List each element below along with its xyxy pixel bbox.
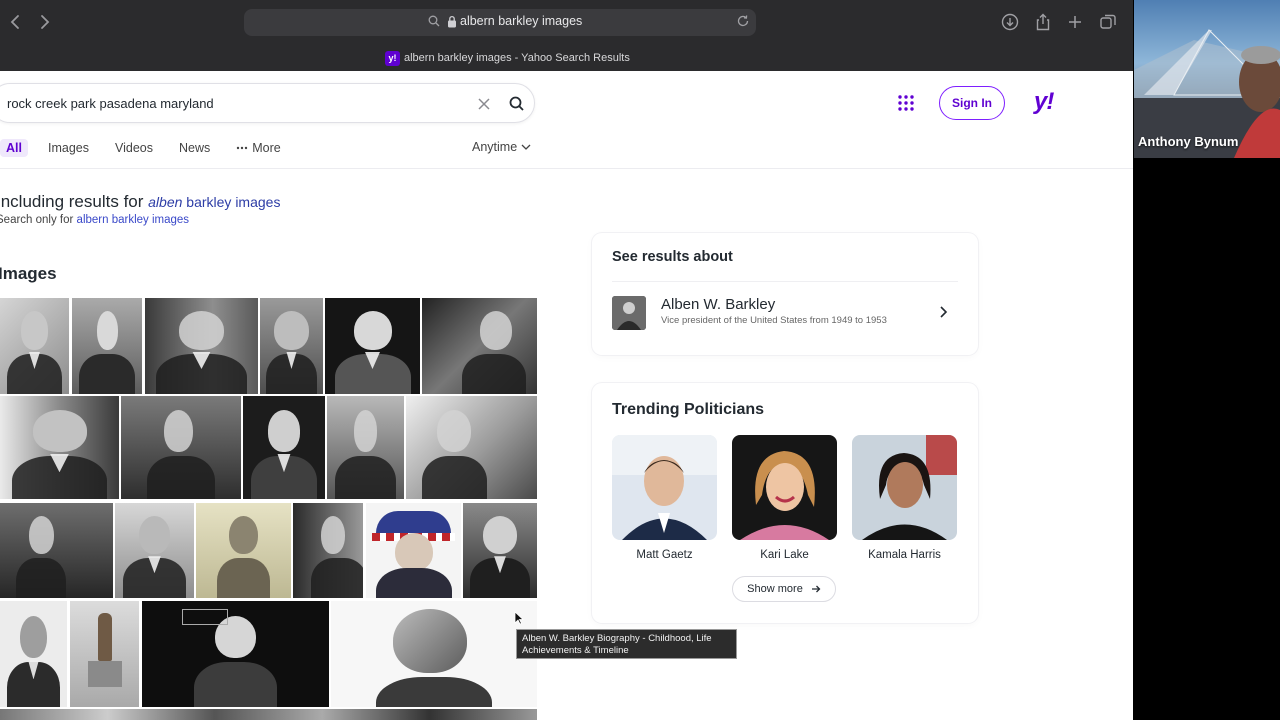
clear-search-icon[interactable] <box>475 95 493 113</box>
search-box[interactable]: rock creek park pasadena maryland <box>0 83 535 123</box>
image-result[interactable] <box>331 601 537 707</box>
image-tooltip: Alben W. Barkley Biography - Childhood, … <box>516 629 737 659</box>
tab-overview-icon[interactable] <box>1098 12 1118 32</box>
portrait-icon <box>852 435 957 540</box>
image-result[interactable] <box>0 396 119 499</box>
show-more-label: Show more <box>747 583 803 595</box>
image-result[interactable] <box>243 396 325 499</box>
download-icon[interactable] <box>1000 12 1020 32</box>
portrait-icon <box>612 296 646 330</box>
address-bar[interactable]: albern barkley images <box>244 9 756 36</box>
time-filter-dropdown[interactable]: Anytime <box>472 140 531 154</box>
corrected-rest: barkley images <box>182 194 281 210</box>
search-only-prefix: Search only for <box>0 214 77 226</box>
image-result[interactable] <box>325 298 420 394</box>
share-icon[interactable] <box>1033 12 1053 32</box>
image-result[interactable] <box>293 503 363 598</box>
tab-news[interactable]: News <box>179 141 210 155</box>
person-photo[interactable] <box>732 435 837 540</box>
trending-politicians-title: Trending Politicians <box>612 401 765 418</box>
yahoo-favicon-icon: y! <box>385 50 400 66</box>
active-tab[interactable]: y! albern barkley images - Yahoo Search … <box>385 50 630 66</box>
address-text: albern barkley images <box>460 14 583 28</box>
portrait-icon <box>732 435 837 540</box>
image-results-grid <box>0 298 537 720</box>
header-divider <box>0 168 1133 169</box>
lock-icon <box>448 15 456 28</box>
search-icon <box>428 15 440 27</box>
trending-person[interactable]: Matt Gaetz <box>612 435 717 561</box>
image-result[interactable] <box>327 396 404 499</box>
sign-in-button[interactable]: Sign In <box>939 86 1005 120</box>
tab-images[interactable]: Images <box>48 141 89 155</box>
tab-more[interactable]: More <box>236 141 281 155</box>
browser-toolbar: albern barkley images y! albern barkley … <box>0 0 1133 71</box>
person-name: Kamala Harris <box>868 549 941 561</box>
tab-more-label: More <box>252 141 281 155</box>
image-result[interactable] <box>422 298 537 394</box>
image-result[interactable] <box>366 503 461 598</box>
image-result[interactable] <box>260 298 323 394</box>
forward-button[interactable] <box>34 11 56 33</box>
yahoo-logo[interactable]: y! <box>1034 88 1054 116</box>
search-input[interactable]: rock creek park pasadena maryland <box>7 96 214 111</box>
trending-person[interactable]: Kamala Harris <box>852 435 957 561</box>
more-dots-icon <box>237 146 248 150</box>
image-result[interactable] <box>72 298 142 394</box>
image-result[interactable] <box>121 396 241 499</box>
search-icon[interactable] <box>507 94 527 114</box>
tab-title-text: albern barkley images - Yahoo Search Res… <box>404 52 630 64</box>
new-tab-icon[interactable] <box>1065 12 1085 32</box>
image-result[interactable] <box>145 298 258 394</box>
chevron-right-icon[interactable] <box>936 305 950 319</box>
original-query-link[interactable]: albern barkley images <box>77 214 190 226</box>
tab-videos[interactable]: Videos <box>115 141 153 155</box>
browser-window: albern barkley images y! albern barkley … <box>0 0 1133 720</box>
corrected-query-link[interactable]: alben barkley images <box>148 194 280 210</box>
apps-grid-icon[interactable] <box>897 94 915 112</box>
video-panel-background <box>1134 158 1280 720</box>
time-filter-label: Anytime <box>472 140 518 154</box>
chevron-right-icon <box>41 15 50 29</box>
spelling-correction: Including results for alben barkley imag… <box>0 192 280 212</box>
back-button[interactable] <box>4 11 26 33</box>
show-more-button[interactable]: Show more <box>732 576 836 602</box>
image-result[interactable] <box>463 503 537 598</box>
arrow-right-icon <box>811 585 821 593</box>
reload-icon[interactable] <box>736 14 750 28</box>
image-result[interactable] <box>0 709 537 720</box>
person-name: Matt Gaetz <box>636 549 693 561</box>
person-photo[interactable] <box>852 435 957 540</box>
image-result[interactable] <box>70 601 139 707</box>
image-result[interactable] <box>0 298 69 394</box>
entity-name-link[interactable]: Alben W. Barkley <box>661 296 775 313</box>
chevron-left-icon <box>10 15 19 29</box>
entity-description: Vice president of the United States from… <box>661 315 887 326</box>
correction-prefix: Including results for <box>0 192 149 211</box>
images-section-heading: Images <box>0 264 57 283</box>
image-result[interactable] <box>115 503 194 598</box>
image-result[interactable] <box>0 601 67 707</box>
mouse-cursor-icon <box>514 611 524 625</box>
see-results-about-title: See results about <box>612 249 733 265</box>
tab-all[interactable]: All <box>0 139 28 157</box>
image-result[interactable] <box>0 503 113 598</box>
portrait-icon <box>612 435 717 540</box>
person-photo[interactable] <box>612 435 717 540</box>
video-participant-tile[interactable]: Anthony Bynum <box>1134 0 1280 158</box>
image-result[interactable] <box>196 503 291 598</box>
participant-name: Anthony Bynum <box>1138 134 1239 149</box>
corrected-word: alben <box>148 194 183 210</box>
trending-politicians-card: Trending Politicians Matt Gaetz Kari Lak… <box>592 383 978 623</box>
entity-thumbnail[interactable] <box>612 296 646 330</box>
card-divider <box>612 281 958 282</box>
image-result[interactable] <box>406 396 537 499</box>
search-tabs: All Images Videos News More <box>0 137 307 159</box>
person-name: Kari Lake <box>760 549 809 561</box>
chevron-down-icon <box>521 144 531 150</box>
search-only-line: Search only for albern barkley images <box>0 214 189 226</box>
image-result[interactable] <box>142 601 329 707</box>
trending-person[interactable]: Kari Lake <box>732 435 837 561</box>
see-results-about-card: See results about Alben W. Barkley Vice … <box>592 233 978 355</box>
